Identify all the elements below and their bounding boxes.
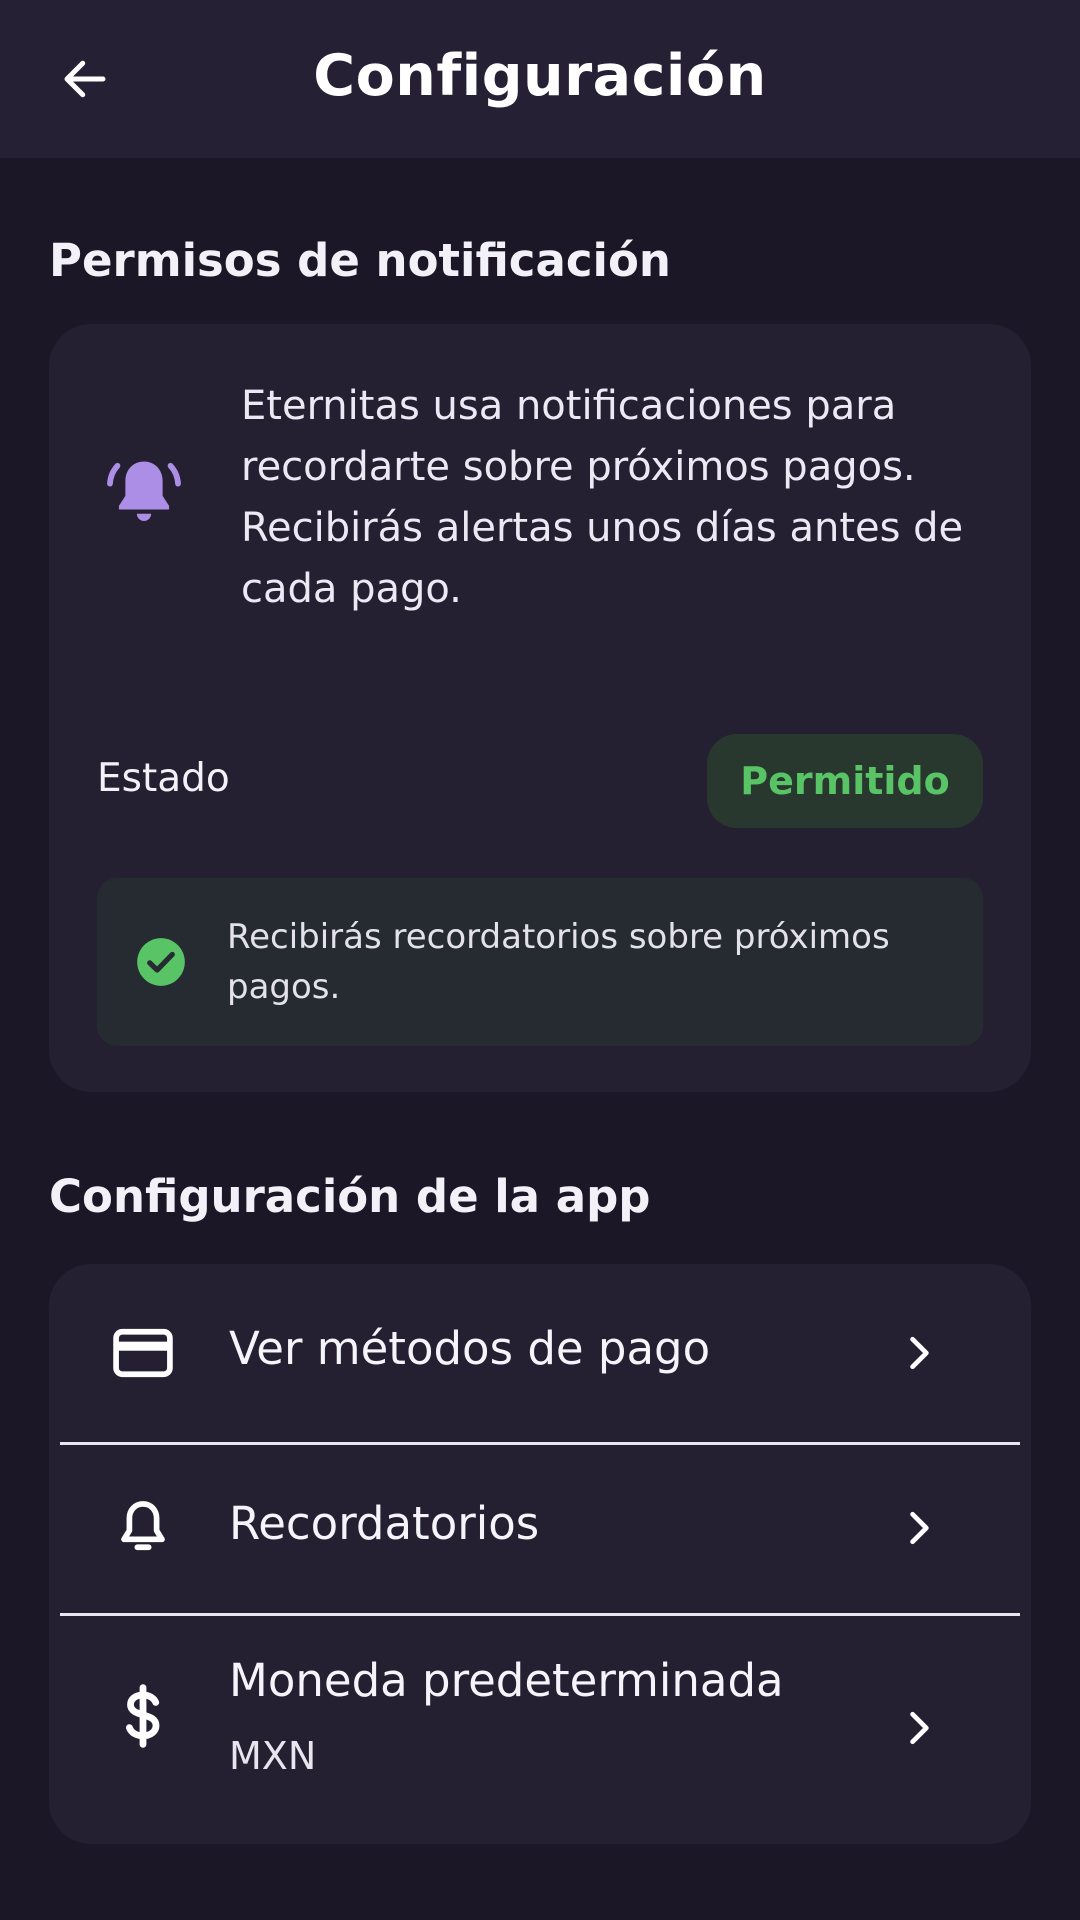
settings-item-default-currency[interactable]: Moneda predeterminada MXN (49, 1616, 1031, 1844)
settings-item-label: Recordatorios (229, 1497, 540, 1550)
settings-item-label: Moneda predeterminada (229, 1654, 784, 1707)
chevron-right-icon (910, 1336, 929, 1370)
notification-permissions-card: Eternitas usa notificaciones para record… (49, 324, 1031, 1092)
app-settings-section-title: Configuración de la app (49, 1170, 651, 1223)
settings-item-reminders[interactable]: Recordatorios (49, 1445, 1031, 1613)
status-label: Estado (97, 756, 230, 801)
bell-ringing-icon (107, 461, 181, 521)
settings-item-label: Ver métodos de pago (229, 1322, 711, 1375)
notifications-section-title: Permisos de notificación (49, 234, 671, 287)
notification-description: Eternitas usa notificaciones para record… (241, 383, 964, 612)
back-button[interactable] (42, 36, 128, 122)
arrow-left-icon (64, 60, 106, 98)
status-info-text: Recibirás recordatorios sobre próximos p… (227, 917, 890, 1007)
bell-icon (121, 1501, 165, 1551)
status-info-box: Recibirás recordatorios sobre próximos p… (97, 878, 983, 1046)
app-bar: Configuración (0, 0, 1080, 158)
credit-card-icon (113, 1328, 173, 1378)
settings-item-sublabel: MXN (229, 1734, 317, 1778)
app-settings-card: Ver métodos de pago Recordatorios Moneda… (49, 1264, 1031, 1844)
dollar-icon (126, 1684, 160, 1748)
page-title: Configuración (313, 43, 767, 109)
check-circle-icon (137, 938, 185, 986)
settings-item-payment-methods[interactable]: Ver métodos de pago (49, 1264, 1031, 1442)
status-badge: Permitido (707, 734, 983, 828)
chevron-right-icon (910, 1711, 929, 1745)
chevron-right-icon (910, 1511, 929, 1545)
